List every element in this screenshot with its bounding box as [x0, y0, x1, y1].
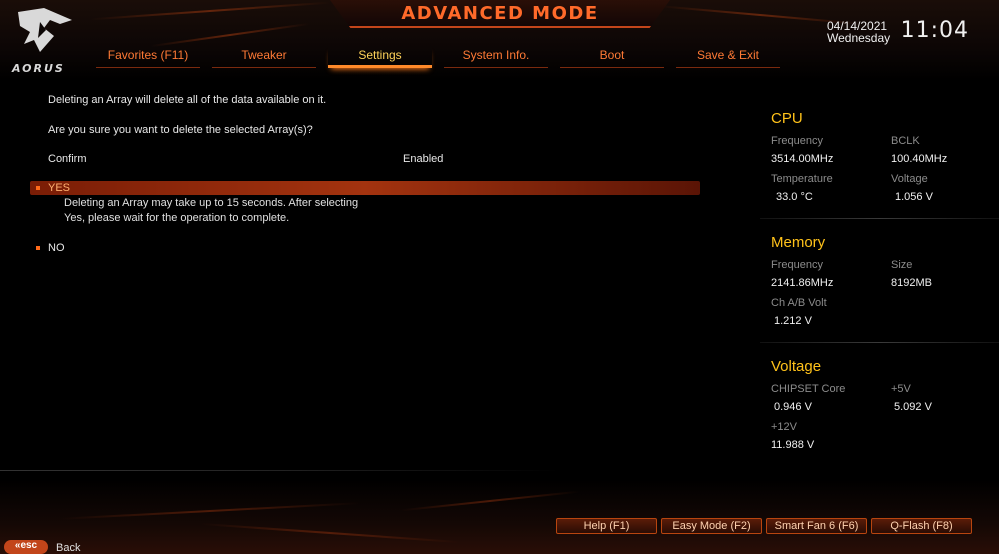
memory-size-label: Size [891, 259, 913, 271]
chipset-core-label: CHIPSET Core [771, 383, 846, 395]
v5-value: 5.092 V [894, 401, 932, 413]
easy-mode-button[interactable]: Easy Mode (F2) [661, 518, 762, 534]
confirm-label: Confirm [48, 153, 87, 165]
tab-bar: Favorites (F11) Tweaker Settings System … [96, 46, 792, 68]
section-divider [760, 342, 999, 343]
bullet-icon [36, 186, 40, 190]
cpu-temperature-value: 33.0 °C [776, 191, 813, 203]
v5-label: +5V [891, 383, 911, 395]
confirm-row[interactable]: Confirm Enabled [48, 153, 448, 165]
memory-frequency-label: Frequency [771, 259, 823, 271]
option-help-text: Deleting an Array may take up to 15 seco… [64, 196, 358, 226]
cpu-bclk-label: BCLK [891, 135, 920, 147]
warning-text: Deleting an Array will delete all of the… [48, 94, 327, 106]
tab-save-exit[interactable]: Save & Exit [676, 46, 780, 68]
memory-chab-volt-value: 1.212 V [774, 315, 812, 327]
cpu-title: CPU [771, 110, 803, 127]
footer-bar: Help (F1) Easy Mode (F2) Smart Fan 6 (F6… [0, 480, 999, 554]
decor-streak [200, 522, 460, 544]
esc-key-label: esc [20, 540, 38, 551]
option-yes[interactable]: YES [30, 181, 700, 195]
v12-label: +12V [771, 421, 797, 433]
cpu-temperature-label: Temperature [771, 173, 833, 185]
time-text: 11:04 [900, 18, 969, 43]
brand-name: AORUS [12, 62, 65, 75]
voltage-title: Voltage [771, 358, 822, 375]
memory-frequency-value: 2141.86MHz [771, 277, 834, 289]
decor-streak [400, 490, 580, 512]
main-divider [0, 470, 560, 471]
memory-size-value: 8192MB [891, 277, 932, 289]
cpu-frequency-value: 3514.00MHz [771, 153, 834, 165]
decor-streak [60, 502, 360, 520]
mode-title: ADVANCED MODE [401, 3, 599, 24]
chipset-core-value: 0.946 V [774, 401, 812, 413]
tab-system-info[interactable]: System Info. [444, 46, 548, 68]
option-yes-label: YES [48, 182, 71, 194]
section-divider [760, 218, 999, 219]
tab-favorites[interactable]: Favorites (F11) [96, 46, 200, 68]
question-text: Are you sure you want to delete the sele… [48, 124, 313, 136]
date-block: 04/14/2021 Wednesday [827, 20, 907, 44]
aorus-logo: AORUS [10, 6, 80, 76]
v12-value: 11.988 V [771, 439, 815, 451]
esc-key-button[interactable]: «esc [4, 540, 48, 554]
memory-title: Memory [771, 234, 826, 251]
header-bar: ADVANCED MODE AORUS Favorites (F11) Twea… [0, 0, 999, 80]
smart-fan-button[interactable]: Smart Fan 6 (F6) [766, 518, 867, 534]
tab-settings[interactable]: Settings [328, 46, 432, 68]
help-line-2: Yes, please wait for the operation to co… [64, 212, 290, 224]
cpu-bclk-value: 100.40MHz [891, 153, 948, 165]
option-no[interactable]: NO [30, 241, 700, 255]
tab-boot[interactable]: Boot [560, 46, 664, 68]
back-label[interactable]: Back [56, 542, 80, 554]
bullet-icon [36, 246, 40, 250]
weekday-text: Wednesday [827, 31, 891, 45]
decor-streak [150, 22, 310, 48]
eagle-icon [18, 8, 72, 52]
help-button[interactable]: Help (F1) [556, 518, 657, 534]
cpu-frequency-label: Frequency [771, 135, 823, 147]
memory-chab-volt-label: Ch A/B Volt [771, 297, 827, 309]
help-line-1: Deleting an Array may take up to 15 seco… [64, 197, 359, 209]
confirm-value[interactable]: Enabled [403, 153, 443, 165]
cpu-voltage-label: Voltage [891, 173, 928, 185]
tab-tweaker[interactable]: Tweaker [212, 46, 316, 68]
qflash-button[interactable]: Q-Flash (F8) [871, 518, 972, 534]
decor-streak [90, 1, 330, 21]
option-no-label: NO [48, 242, 65, 254]
cpu-voltage-value: 1.056 V [895, 191, 933, 203]
